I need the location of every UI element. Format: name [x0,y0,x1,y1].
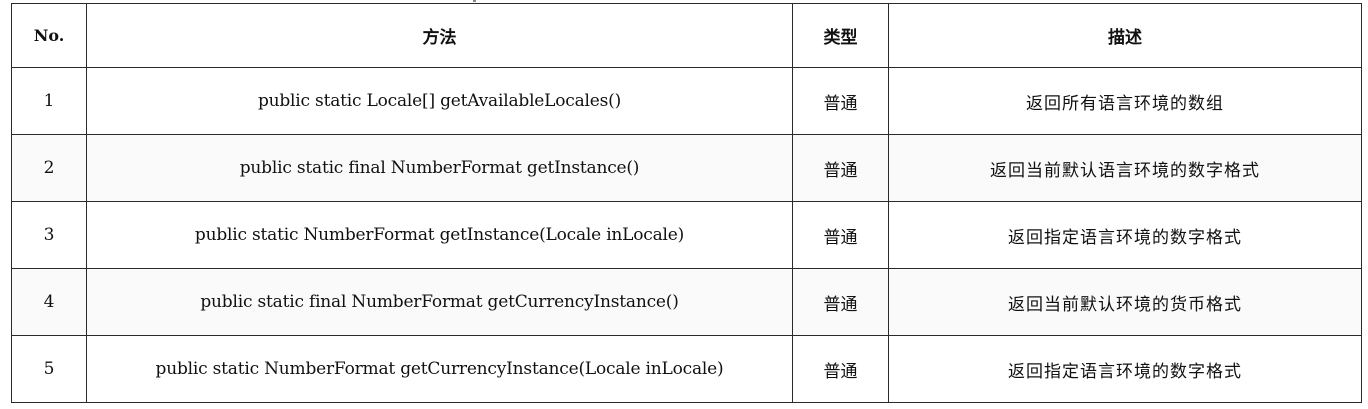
method-type: 普通 [792,268,889,336]
header-row: No. 方法 类型 描述 [11,3,1362,68]
top-artifact-mark [473,0,476,2]
header-no: No. [11,3,87,68]
table-row: 4 public static final NumberFormat getCu… [11,268,1362,336]
table-body: 1 public static Locale[] getAvailableLoc… [11,67,1362,403]
table-row: 1 public static Locale[] getAvailableLoc… [11,67,1362,135]
method-signature: public static Locale[] getAvailableLocal… [86,67,793,135]
header-description: 描述 [888,3,1362,68]
header-method: 方法 [86,3,793,68]
table-row: 3 public static NumberFormat getInstance… [11,201,1362,269]
method-signature: public static NumberFormat getCurrencyIn… [86,335,793,403]
table-row: 5 public static NumberFormat getCurrency… [11,335,1362,403]
method-type: 普通 [792,134,889,202]
table-header: No. 方法 类型 描述 [11,3,1362,68]
method-description: 返回当前默认环境的货币格式 [888,268,1362,336]
methods-table: No. 方法 类型 描述 1 public static Locale[] ge… [11,3,1362,403]
method-description: 返回指定语言环境的数字格式 [888,335,1362,403]
method-signature: public static final NumberFormat getInst… [86,134,793,202]
method-type: 普通 [792,335,889,403]
method-signature: public static NumberFormat getInstance(L… [86,201,793,269]
method-description: 返回当前默认语言环境的数字格式 [888,134,1362,202]
method-type: 普通 [792,201,889,269]
row-number: 2 [11,134,87,202]
table-row: 2 public static final NumberFormat getIn… [11,134,1362,202]
method-description: 返回所有语言环境的数组 [888,67,1362,135]
method-description: 返回指定语言环境的数字格式 [888,201,1362,269]
page: No. 方法 类型 描述 1 public static Locale[] ge… [0,0,1368,409]
row-number: 3 [11,201,87,269]
row-number: 5 [11,335,87,403]
row-number: 1 [11,67,87,135]
header-type: 类型 [792,3,889,68]
method-signature: public static final NumberFormat getCurr… [86,268,793,336]
method-type: 普通 [792,67,889,135]
row-number: 4 [11,268,87,336]
